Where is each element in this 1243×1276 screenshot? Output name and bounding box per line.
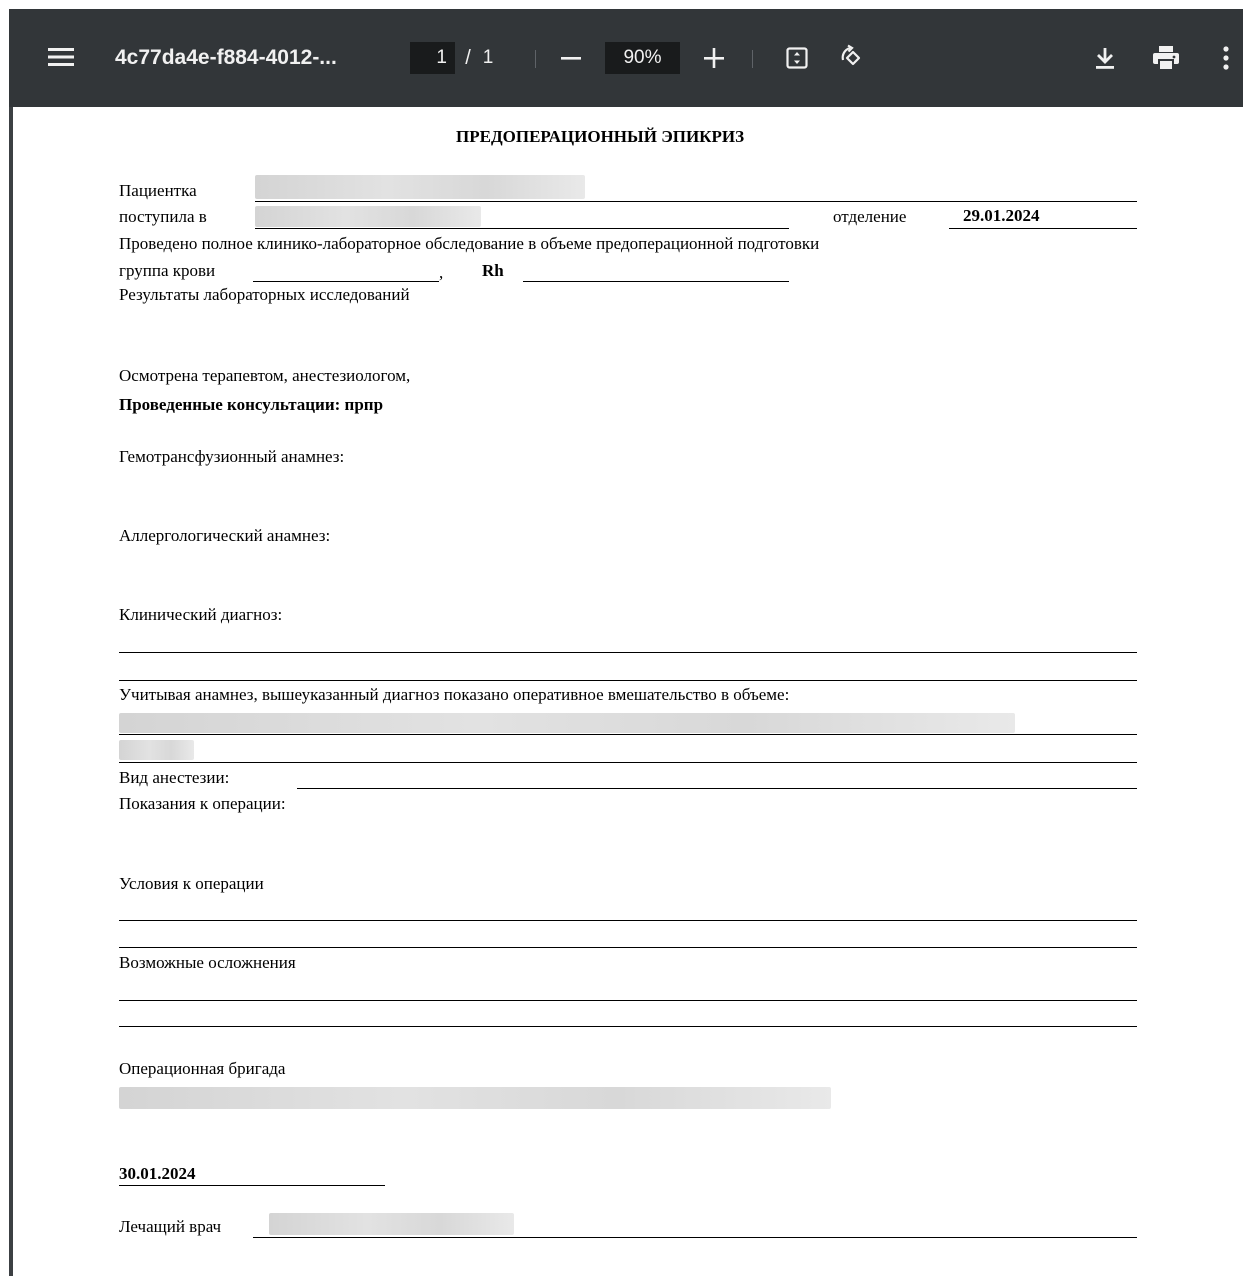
allergy-label: Аллергологический анамнез:: [119, 526, 331, 545]
department-label: отделение: [833, 207, 907, 226]
rotate-icon: [841, 44, 861, 66]
redacted-team-members: [119, 1087, 831, 1109]
consultations-text: Проведенные консультации: прпр: [119, 395, 384, 414]
blood-group-comma: ,: [439, 263, 444, 282]
diagnosis-line-2: [119, 680, 1137, 682]
anesthesia-label: Вид анестезии:: [119, 768, 230, 787]
toolbar-divider: [535, 50, 536, 68]
date-underline: [949, 228, 1137, 230]
indications-label: Показания к операции:: [119, 794, 286, 813]
total-pages: 1: [482, 47, 494, 68]
blood-group-underline: [253, 281, 439, 283]
download-button[interactable]: [1090, 42, 1120, 74]
menu-button[interactable]: [46, 42, 76, 72]
page-separator: /: [465, 46, 471, 69]
zoom-level-input[interactable]: 90%: [605, 42, 680, 74]
admission-date: 29.01.2024: [963, 206, 1040, 225]
conditions-label: Условия к операции: [119, 874, 264, 893]
operation-line-2: [119, 762, 1137, 764]
zoom-in-button[interactable]: [699, 42, 729, 74]
redacted-department: [255, 206, 481, 227]
fit-to-page-button[interactable]: [782, 42, 812, 74]
document-title: 4c77da4e-f884-4012-...: [115, 46, 337, 69]
rotate-button[interactable]: [835, 42, 869, 74]
print-icon: [1153, 46, 1179, 71]
more-options-button[interactable]: [1218, 42, 1234, 74]
anesthesia-underline: [297, 788, 1137, 790]
redacted-operation-volume: [119, 713, 1015, 733]
zoom-out-button[interactable]: [556, 42, 586, 74]
pdf-toolbar: 4c77da4e-f884-4012-... 1 / 1 90%: [9, 9, 1243, 107]
print-button[interactable]: [1150, 42, 1182, 74]
complications-line-1: [119, 1000, 1137, 1002]
signature-date: 30.01.2024: [119, 1164, 196, 1183]
doctor-underline: [253, 1237, 1137, 1239]
more-vertical-icon: [1223, 46, 1229, 70]
exam-text: Проведено полное клинико-лабораторное об…: [119, 234, 820, 253]
examined-text: Осмотрена терапевтом, анестезиологом,: [119, 366, 411, 385]
fit-to-page-icon: [786, 47, 808, 69]
lab-results-label: Результаты лабораторных исследований: [119, 285, 410, 304]
toolbar-divider: [752, 50, 753, 68]
download-icon: [1096, 48, 1114, 69]
redacted-patient-name: [255, 175, 585, 199]
redacted-doctor-name: [269, 1213, 514, 1235]
operation-line-1: [119, 734, 1137, 736]
document-heading: ПРЕДОПЕРАЦИОННЫЙ ЭПИКРИЗ: [456, 127, 745, 146]
document-page: ПРЕДОПЕРАЦИОННЫЙ ЭПИКРИЗ Пациентка посту…: [13, 107, 1243, 1276]
admitted-underline: [255, 228, 789, 230]
admitted-label: поступила в: [119, 207, 207, 226]
signature-date-underline: [119, 1185, 385, 1187]
conditions-line-2: [119, 947, 1137, 949]
rh-underline: [523, 281, 789, 283]
minus-icon: [561, 57, 581, 60]
patient-underline: [255, 201, 1137, 203]
complications-line-2: [119, 1026, 1137, 1028]
hamburger-menu-icon: [48, 48, 74, 66]
doctor-label: Лечащий врач: [119, 1217, 222, 1236]
redacted-operation-volume-end: [119, 740, 194, 760]
indication-text: Учитывая анамнез, вышеуказанный диагноз …: [119, 685, 790, 704]
patient-label: Пациентка: [119, 181, 197, 200]
team-label: Операционная бригада: [119, 1059, 286, 1078]
blood-group-label: группа крови: [119, 261, 216, 280]
rh-label: Rh: [482, 261, 504, 280]
transfusion-label: Гемотрансфузионный анамнез:: [119, 447, 345, 466]
plus-icon: [704, 48, 724, 68]
page-number-input[interactable]: 1: [410, 42, 455, 74]
conditions-line-1: [119, 920, 1137, 922]
diagnosis-line-1: [119, 652, 1137, 654]
complications-label: Возможные осложнения: [119, 953, 296, 972]
diagnosis-label: Клинический диагноз:: [119, 605, 283, 624]
